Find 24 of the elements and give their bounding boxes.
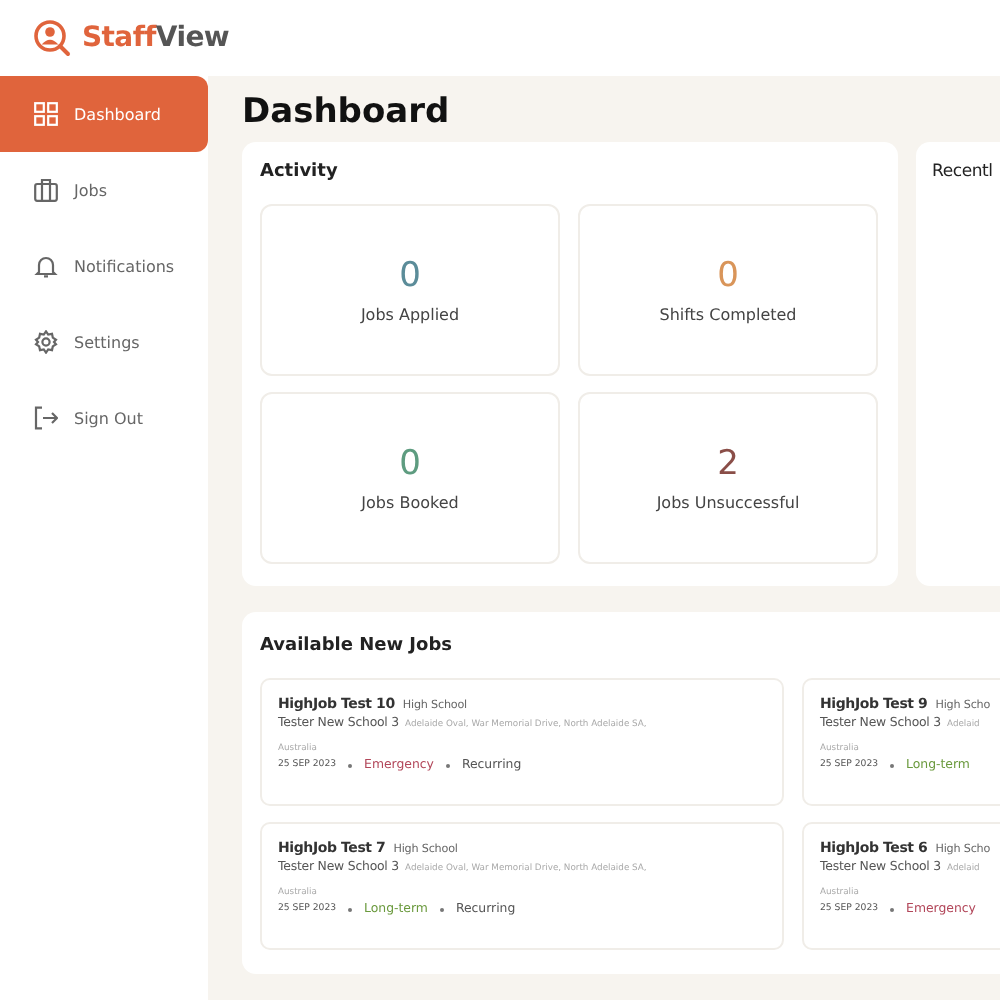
stat-label: Jobs Applied: [360, 305, 460, 323]
sidebar-item[interactable]: Dashboard: [0, 76, 208, 152]
sidebar-item[interactable]: Jobs: [0, 152, 208, 228]
stat-value: 0: [399, 257, 421, 295]
stat-label: Jobs Booked: [361, 493, 459, 511]
card-title: Recentl: [932, 162, 995, 182]
card-title: Activity: [260, 162, 340, 182]
stat-value: 0: [399, 445, 421, 483]
bell-icon: [34, 254, 58, 278]
stat-value: 0: [717, 257, 739, 295]
sidebar-item[interactable]: Notifications: [0, 228, 208, 304]
logo-icon: [32, 18, 72, 58]
card-title: Available New Jobs: [260, 636, 455, 656]
settings-icon: [34, 330, 58, 354]
stat-value: 2: [717, 445, 739, 483]
sidebar-item[interactable]: Sign Out: [0, 380, 208, 456]
brand-name: StaffView: [82, 22, 230, 54]
page-title: Dashboard: [242, 90, 452, 134]
stat-label: Jobs Unsuccessful: [656, 493, 800, 511]
sign-out-icon: [34, 406, 58, 430]
sidebar-item[interactable]: Settings: [0, 304, 208, 380]
grid-icon: [34, 102, 58, 126]
briefcase-icon: [34, 178, 58, 202]
stat-label: Shifts Completed: [659, 305, 797, 323]
